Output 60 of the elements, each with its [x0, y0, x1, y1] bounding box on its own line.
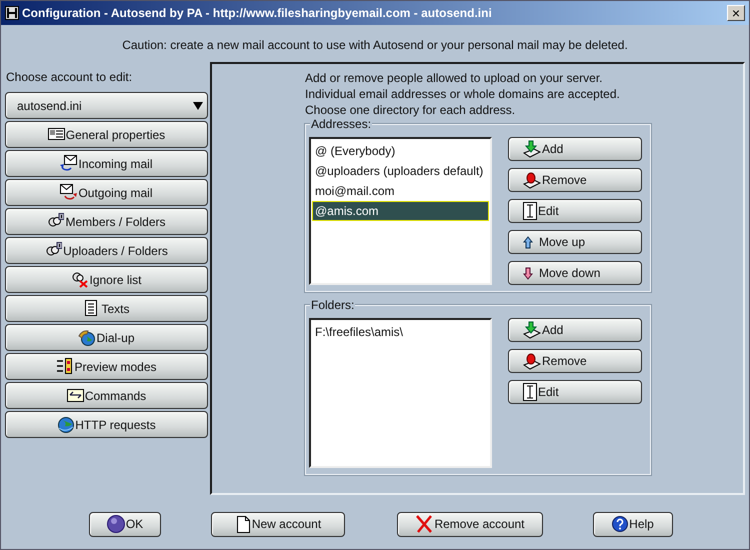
sidebar-button[interactable]: HTTP requests — [5, 411, 208, 438]
window-title: Configuration - Autosend by PA - http://www.filesharingbyemail.com - autosend.ini — [22, 5, 492, 22]
instruction-text: Choose one directory for each address. — [305, 102, 516, 118]
list-item[interactable]: @uploaders (uploaders default) — [312, 161, 489, 181]
dropdown-arrow-icon — [193, 102, 203, 110]
arrow-up-icon — [523, 236, 533, 248]
list-item[interactable]: F:\freefiles\amis\ — [312, 322, 489, 342]
terminal-icon — [66, 387, 84, 404]
arrow-down-icon — [523, 266, 533, 280]
text-cursor-icon — [523, 202, 537, 220]
text-cursor-icon — [523, 383, 537, 401]
remove-icon — [523, 352, 541, 370]
footer-button[interactable]: Remove account — [397, 512, 543, 536]
action-button[interactable]: Add — [508, 318, 642, 342]
list-icon — [56, 358, 74, 375]
envelope-icon — [60, 155, 78, 172]
caution-text: Caution: create a new mail account to use with Autosend or your personal mail may be deleted. — [121, 37, 629, 54]
account-label: Choose account to edit: — [5, 69, 134, 86]
globe-icon — [57, 416, 74, 433]
sidebar-button[interactable]: Uploaders / Folders — [5, 237, 208, 264]
globe-phone-icon — [78, 329, 96, 346]
group-label: Folders: — [310, 298, 356, 312]
sidebar-button[interactable]: Commands — [5, 382, 208, 409]
footer-button[interactable]: OK — [89, 512, 161, 536]
account-dropdown[interactable]: autosend.ini — [5, 92, 208, 119]
footer-button[interactable]: Help — [593, 512, 673, 536]
remove-icon — [523, 171, 541, 189]
action-button[interactable]: Move down — [508, 261, 642, 285]
sidebar-button[interactable]: Ignore list — [5, 266, 208, 293]
envelope-icon — [60, 184, 78, 201]
instruction-text: Add or remove people allowed to upload on your server. — [305, 70, 604, 86]
app-icon — [5, 6, 19, 20]
action-button[interactable]: Remove — [508, 168, 642, 192]
add-icon — [523, 321, 541, 339]
action-button[interactable]: Move up — [508, 230, 642, 254]
card-icon — [48, 126, 65, 143]
action-button[interactable]: Edit — [508, 380, 642, 404]
action-button[interactable]: Remove — [508, 349, 642, 373]
list-item[interactable]: @ (Everybody) — [312, 141, 489, 161]
sidebar-button[interactable]: Outgoing mail — [5, 179, 208, 206]
footer-button[interactable]: New account — [211, 512, 345, 536]
action-button[interactable]: Edit — [508, 199, 642, 223]
sidebar-button[interactable]: Texts — [5, 295, 208, 322]
list-item[interactable]: moi@mail.com — [312, 181, 489, 201]
blank-page-icon — [234, 516, 251, 532]
add-icon — [523, 140, 541, 158]
help-icon — [612, 516, 628, 532]
sidebar-button[interactable]: General properties — [5, 121, 208, 148]
group-label: Addresses: — [310, 117, 372, 131]
action-button[interactable]: Add — [508, 137, 642, 161]
instruction-text: Individual email addresses or whole domains are accepted. — [305, 86, 621, 102]
go-icon — [106, 515, 125, 533]
cross-icon — [415, 514, 434, 534]
close-button[interactable]: × — [727, 5, 745, 21]
sidebar-button[interactable]: Dial-up — [5, 324, 208, 351]
sidebar-button[interactable]: Preview modes — [5, 353, 208, 380]
sidebar-button[interactable]: Incoming mail — [5, 150, 208, 177]
user-x-icon — [71, 271, 88, 288]
list-item[interactable]: @amis.com — [312, 201, 489, 221]
sidebar-button[interactable]: Members / Folders — [5, 208, 208, 235]
